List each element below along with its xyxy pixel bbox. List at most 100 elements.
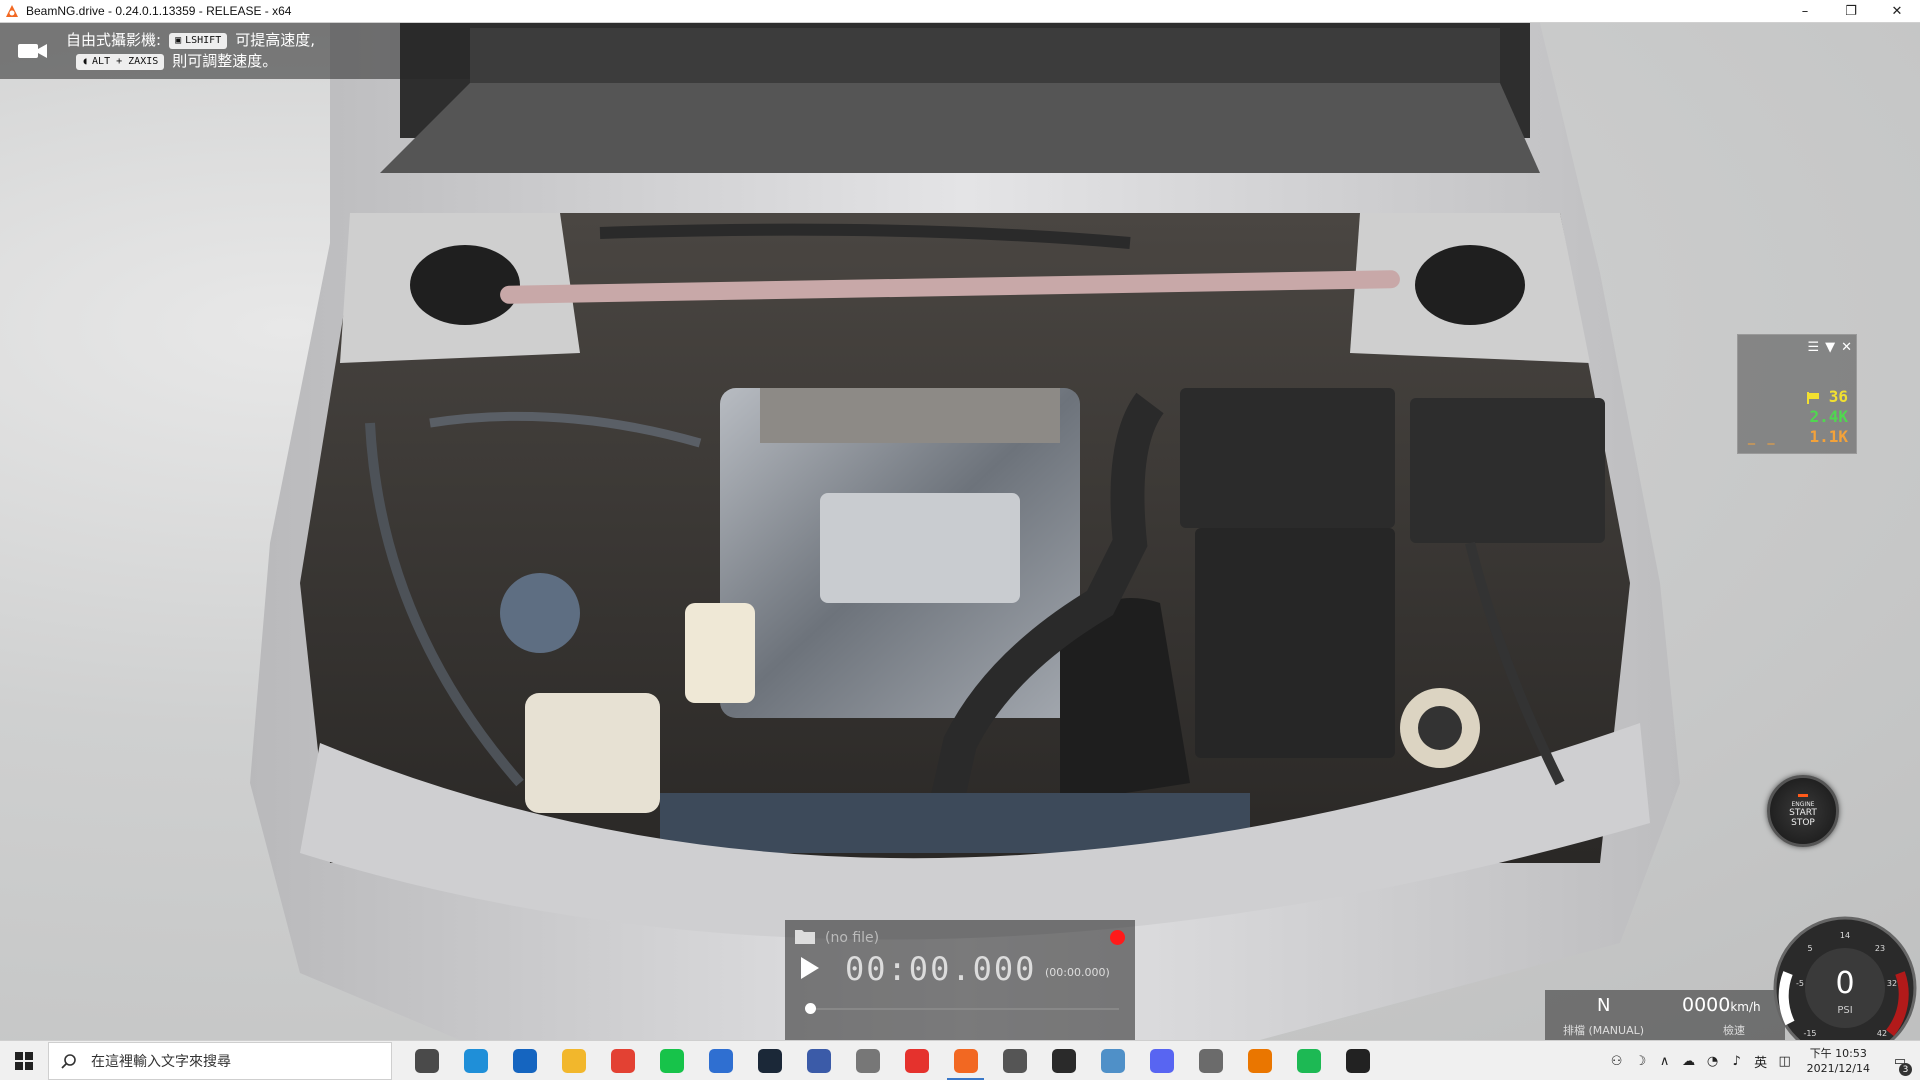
anydesk-icon [904,1048,929,1073]
flag-icon [1806,391,1819,404]
taskbar: 在這裡輸入文字來搜尋 ⚇ ☽ ∧ ☁ ◔ ♪ 英 ◫ 下午 10:53 2021… [0,1040,1920,1080]
search-icon [61,1053,76,1069]
close-icon[interactable]: ✕ [1841,340,1852,355]
calculator-icon [1002,1048,1027,1073]
discord-icon [1149,1048,1174,1073]
ime-mode-icon[interactable]: ◫ [1773,1041,1797,1080]
maximize-button[interactable]: ❐ [1828,0,1874,23]
replay-panel: (no file) 00:00.000 (00:00.000) [785,920,1135,1040]
gauge-tick: -5 [1796,979,1804,988]
taskbar-app-chrome[interactable] [598,1041,647,1080]
play-button[interactable] [799,955,821,981]
taskbar-app-tool[interactable] [843,1041,892,1080]
editor-icon [806,1048,831,1073]
camera-hint-text-1: 可提高速度, [235,31,315,49]
menu-icon[interactable]: ☰ [1807,340,1819,355]
replay-time-total: (00:00.000) [1045,966,1110,979]
mini-app-value-3: 1.1K [1809,427,1848,446]
key-alt-zaxis: ◖ ALT + ZAXIS [76,53,165,70]
chrome-icon [610,1048,635,1073]
volume-icon[interactable]: ♪ [1725,1041,1749,1080]
beamng-icon [953,1048,978,1073]
beamng-app-icon [6,5,18,17]
store-icon [708,1048,733,1073]
taskbar-app-mail[interactable] [500,1041,549,1080]
spotify-icon [1296,1048,1321,1073]
notification-button[interactable]: ▭ 3 [1880,1041,1920,1080]
blender-icon [1247,1048,1272,1073]
taskbar-app-file-explorer[interactable] [549,1041,598,1080]
game-viewport[interactable]: 自由式攝影機: ▣ LSHIFT 可提高速度, ◖ ALT + ZAXIS 則可調整… [0,23,1920,1040]
g-hub-icon [1345,1048,1370,1073]
taskbar-app-task-view[interactable] [402,1041,451,1080]
people-icon[interactable]: ⚇ [1605,1041,1629,1080]
engine-bay-scene [250,23,1680,1040]
start-button[interactable] [0,1041,48,1080]
gauge-tick: 42 [1877,1029,1887,1038]
network-icon[interactable]: ◔ [1701,1041,1725,1080]
boost-value: 0 [1835,966,1854,1001]
taskbar-app-edge[interactable] [451,1041,500,1080]
minimize-button[interactable]: – [1782,0,1828,23]
speed-readout: 0000km/h [1682,994,1761,1016]
replay-file-name: (no file) [825,930,880,946]
engine-start-stop-button[interactable]: ENGINE START STOP [1767,775,1839,847]
search-placeholder: 在這裡輸入文字來搜尋 [91,1053,231,1070]
camera-hint-bar: 自由式攝影機: ▣ LSHIFT 可提高速度, ◖ ALT + ZAXIS 則可調整… [0,23,470,79]
boost-unit: PSI [1837,1005,1852,1016]
taskbar-app-editor[interactable] [794,1041,843,1080]
mail-icon [512,1048,537,1073]
clock-time: 下午 10:53 [1809,1047,1867,1060]
chevron-up-icon[interactable]: ∧ [1653,1041,1677,1080]
clock-date: 2021/12/14 [1806,1062,1870,1075]
mini-app-value-2: 2.4K [1809,407,1848,426]
gauge-tick: -15 [1803,1029,1816,1038]
mini-app-widget[interactable]: ☰ ▼ ✕ 36 2.4K 1.1K _ _ [1737,334,1857,454]
edge-icon [463,1048,488,1073]
task-view-icon [414,1048,439,1073]
taskbar-app-g-hub[interactable] [1333,1041,1382,1080]
cloud-icon[interactable]: ☁ [1677,1041,1701,1080]
taskbar-app-spotify[interactable] [1284,1041,1333,1080]
taskbar-app-discord[interactable] [1137,1041,1186,1080]
clock[interactable]: 下午 10:53 2021/12/14 [1797,1046,1880,1076]
ime-indicator[interactable]: 英 [1749,1041,1773,1080]
windows-icon [15,1051,33,1070]
taskbar-app-monitor[interactable] [1088,1041,1137,1080]
title-bar: BeamNG.drive - 0.24.0.1.13359 - RELEASE … [0,0,1920,23]
taskbar-app-steam[interactable] [745,1041,794,1080]
speed-panel: N 排檔 (MANUAL) 0000km/h 檢速 [1545,990,1785,1040]
file-explorer-icon [561,1048,586,1073]
taskbar-app-line[interactable] [647,1041,696,1080]
tool-icon [855,1048,880,1073]
folder-icon[interactable] [795,928,815,944]
replay-timeline[interactable] [809,1008,1119,1010]
gauge-tick: 5 [1807,944,1812,953]
taskbar-app-anydesk[interactable] [892,1041,941,1080]
taskbar-app-store[interactable] [696,1041,745,1080]
stop-label: STOP [1791,818,1815,828]
replay-timeline-knob[interactable] [805,1003,816,1014]
taskbar-app-calculator[interactable] [990,1041,1039,1080]
taskbar-search[interactable]: 在這裡輸入文字來搜尋 [48,1041,392,1080]
gauge-tick: 14 [1840,931,1850,940]
record-button[interactable] [1110,930,1125,945]
collapse-icon[interactable]: ▼ [1825,340,1835,355]
camera-icon [18,44,47,58]
close-button[interactable]: ✕ [1874,0,1920,23]
weather-icon[interactable]: ☽ [1629,1041,1653,1080]
taskbar-app-beamng[interactable] [941,1041,990,1080]
boost-gauge: 0 PSI -15 -5 5 14 23 32 42 [1773,916,1917,1040]
taskbar-app-blender[interactable] [1235,1041,1284,1080]
notification-count: 3 [1899,1063,1912,1076]
taskbar-app-photos[interactable] [1186,1041,1235,1080]
system-tray: ⚇ ☽ ∧ ☁ ◔ ♪ 英 ◫ 下午 10:53 2021/12/14 ▭ 3 [1605,1041,1920,1080]
taskbar-app-browser[interactable] [1039,1041,1088,1080]
speed-label: 檢速 [1723,1024,1745,1037]
gear-label: 排檔 (MANUAL) [1563,1024,1645,1037]
engine-led [1798,794,1808,797]
camera-hint-text-2: 則可調整速度。 [172,52,278,70]
taskbar-apps [402,1041,1382,1080]
monitor-icon [1100,1048,1125,1073]
gauge-tick: 32 [1887,979,1897,988]
